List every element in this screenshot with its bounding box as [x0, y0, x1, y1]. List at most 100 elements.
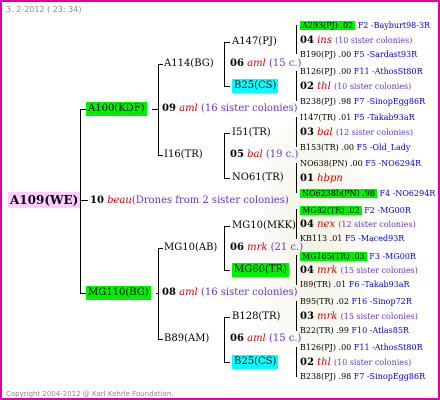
g4-bottom[interactable]: I89(TR) .01 F6 -Takab93aR — [300, 279, 410, 290]
g4-id: NO6238b(PN) .98 — [300, 189, 377, 198]
g4-bottom[interactable]: B238(PJ) .98 F7 -SinopEgg86R — [300, 371, 425, 382]
g4-bottom[interactable]: NO6238b(PN) .98 F4 -NO6294R — [300, 187, 435, 201]
sister-note: (Drones from 2 sister colonies) — [131, 195, 289, 206]
connector — [158, 339, 163, 340]
g4-origin: F7 -SinopEgg86R — [353, 97, 426, 106]
g4-bottom[interactable]: B190(PJ) .00 F5 -Sardast93R — [300, 49, 417, 60]
g4-origin: F5 -Sardast93R — [353, 50, 418, 59]
g4-bottom[interactable]: B153(TR) .00 F5 -Old_Lady — [300, 142, 410, 153]
mating-number: 10 — [90, 195, 104, 206]
breeder-code: bal — [317, 127, 333, 138]
sister-note: (15 sister colonies) — [340, 312, 418, 321]
g4-origin: F10 -Atlas85R — [351, 326, 409, 335]
connector — [80, 109, 81, 294]
connector — [158, 248, 163, 249]
g4-mating: 04 nex (12 sister colonies) — [300, 219, 416, 231]
copyright-footer: Copyright 2004-2012 @ Karl Kehrle Founda… — [6, 390, 174, 398]
connector — [224, 317, 225, 363]
g4-bottom[interactable]: B22(TR) .99 F10 -Atlas85R — [300, 325, 409, 336]
g3-queen[interactable]: I51(TR) — [232, 127, 271, 139]
g1-sire-side[interactable]: MG110(BG) — [86, 286, 151, 300]
g4-top[interactable]: B126(PJ) .00 F11 -AthosSt80R — [300, 342, 423, 353]
g2-queen[interactable]: I16(TR) — [164, 149, 203, 161]
breeder-code: nex — [317, 219, 336, 230]
g3-queen[interactable]: A147(PJ) — [232, 36, 277, 48]
g3-queen[interactable]: B25(CS) — [232, 79, 279, 93]
g4-origin: F11 -AthosSt80R — [353, 343, 423, 352]
g4-id: B126(PJ) .00 — [300, 343, 352, 352]
g2-mating: 06 aml (15 c.) — [230, 58, 301, 70]
breeder-code: thl — [317, 81, 331, 92]
connector — [224, 42, 230, 43]
sister-note: (15 c.) — [268, 333, 302, 344]
connector — [224, 226, 230, 227]
mating-number: 02 — [300, 81, 314, 92]
connector — [224, 317, 230, 318]
mating-number: 03 — [300, 127, 314, 138]
sister-note: (16 sister colonies) — [200, 103, 298, 114]
g4-id: MG82(TR) .02 — [300, 206, 362, 215]
g4-top[interactable]: NO638(PN) .00 F5 -NO6294R — [300, 158, 421, 169]
g4-top[interactable]: MG82(TR) .02 F2 -MG00R — [300, 204, 411, 218]
g4-id: B22(TR) .99 — [300, 326, 349, 335]
g2-mating: 05 bal (19 c.) — [230, 149, 298, 161]
breeder-code: mrk — [317, 265, 338, 276]
sister-note: (21 c.) — [270, 242, 304, 253]
g4-id: B190(PJ) .00 — [300, 50, 352, 59]
connector — [296, 255, 297, 285]
sister-note: (12 sister colonies) — [338, 220, 416, 229]
connector — [296, 163, 297, 193]
connector — [158, 64, 159, 156]
connector — [296, 71, 297, 101]
sister-note: (15 c.) — [268, 58, 302, 69]
connector — [158, 155, 163, 156]
connector — [224, 178, 230, 179]
breeder-code: ins — [317, 35, 332, 46]
connector — [296, 117, 297, 147]
g3-queen[interactable]: B128(TR) — [232, 311, 280, 323]
g4-top[interactable]: A293(PJ) .02 F2 -Bayburt98-3R — [300, 19, 430, 33]
sister-note: (16 sister colonies) — [200, 287, 298, 298]
g4-id: KB113 .01 — [300, 234, 343, 243]
g4-top[interactable]: B95(TR) .02 F16 -Sinop72R — [300, 296, 412, 307]
g2-mating: 06 aml (15 c.) — [230, 333, 301, 345]
g4-mating: 02 thl (10 sister colonies) — [300, 81, 411, 93]
g2-queen[interactable]: MG10(AB) — [164, 242, 217, 254]
connector — [224, 42, 225, 87]
connector — [224, 133, 225, 179]
g4-top[interactable]: MG165(TR) .03 F3 -MG00R — [300, 250, 416, 264]
g3-queen[interactable]: MG10(MKK) — [232, 220, 296, 232]
g4-top[interactable]: I147(TR) .01 F5 -Takab93aR — [300, 112, 415, 123]
g1-dam[interactable]: A100(KDF) — [86, 102, 147, 116]
date-header: 3. 2-2012 ( 23: 34) — [6, 5, 82, 14]
g2-queen[interactable]: A114(BG) — [164, 58, 214, 70]
connector — [296, 301, 297, 331]
sister-note: (12 sister colonies) — [335, 128, 414, 137]
g3-queen[interactable]: NO61(TR) — [232, 172, 284, 184]
mating-number: 01 — [300, 173, 314, 184]
g4-origin: F5 -Maced93R — [344, 234, 405, 243]
g4-mating: 03 mrk (15 sister colonies) — [300, 311, 418, 323]
g4-mating: 04 mrk (15 sister colonies) — [300, 265, 418, 277]
connector — [158, 64, 163, 65]
sister-note: (15 sister colonies) — [340, 266, 418, 275]
g4-origin: F2 -MG00R — [364, 206, 411, 215]
g2-queen[interactable]: B89(AM) — [164, 333, 209, 345]
g4-id: I147(TR) .01 — [300, 113, 352, 122]
g4-top[interactable]: B126(PJ) .00 F11 -AthosSt80R — [300, 66, 423, 77]
connector — [224, 226, 225, 271]
g4-id: B126(PJ) .00 — [300, 67, 352, 76]
mating-number: 04 — [300, 35, 314, 46]
g4-mating: 03 bal (12 sister colonies) — [300, 127, 413, 139]
g1-mating-b: 08 aml (16 sister colonies) — [162, 287, 298, 299]
g4-mating: 01 hbpn — [300, 173, 343, 185]
mating-number: 02 — [300, 357, 314, 368]
g3-queen[interactable]: MG60(TR) — [232, 263, 289, 277]
g4-bottom[interactable]: B238(PJ) .98 F7 -SinopEgg86R — [300, 96, 425, 107]
g3-queen[interactable]: B25(CS) — [232, 355, 279, 369]
g4-mating: 02 thl (10 sister colonies) — [300, 357, 411, 369]
g4-bottom[interactable]: KB113 .01 F5 -Maced93R — [300, 233, 404, 244]
mating-number: 06 — [230, 58, 244, 69]
root-queen[interactable]: A109(WE) — [8, 192, 81, 208]
g4-origin: F2 -Bayburt98-3R — [357, 21, 431, 30]
